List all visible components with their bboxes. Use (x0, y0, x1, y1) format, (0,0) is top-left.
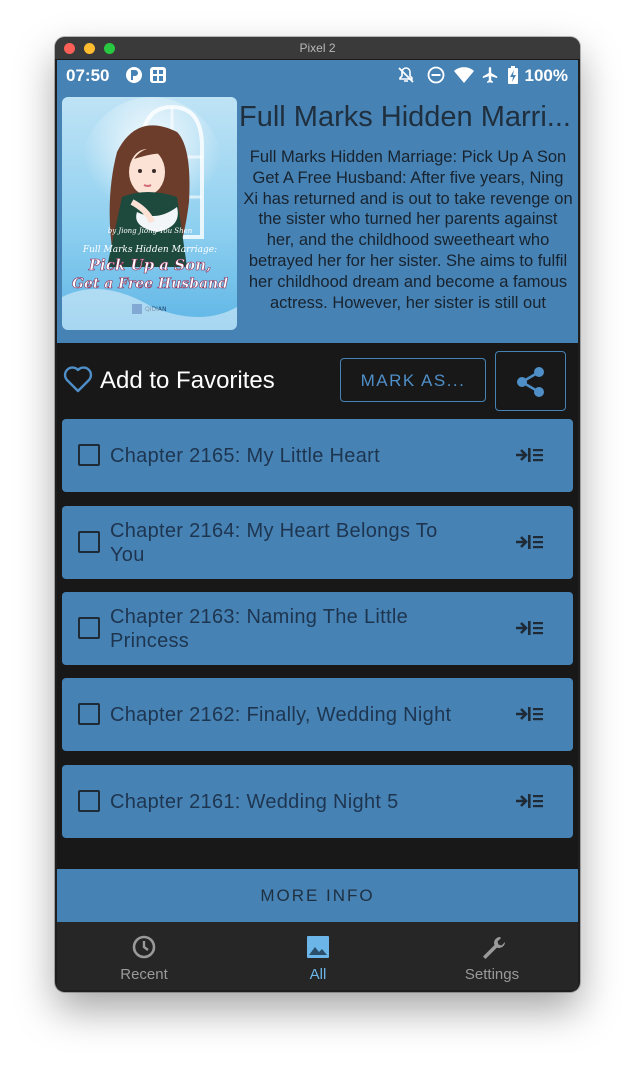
battery-charging-icon (508, 66, 518, 84)
chapter-checkbox[interactable] (78, 703, 100, 725)
book-title: Full Marks Hidden Marri... (239, 101, 571, 133)
chapter-title: Chapter 2165: My Little Heart (110, 445, 380, 467)
add-to-queue-icon[interactable] (516, 532, 544, 552)
chapter-checkbox[interactable] (78, 531, 100, 553)
chapter-row[interactable]: Chapter 2161: Wedding Night 5 (62, 765, 573, 838)
status-bar: 07:50 100% (57, 60, 578, 91)
app-grid-icon (150, 67, 166, 83)
cover-illustration: by Jiong Jiong You Shen Full Marks Hidde… (62, 97, 237, 330)
airplane-icon (482, 67, 498, 83)
mark-as-button[interactable]: MARK AS... (340, 358, 486, 402)
cover-author: by Jiong Jiong You Shen (108, 227, 193, 235)
share-icon (517, 367, 544, 397)
nav-recent-label: Recent (120, 966, 168, 983)
book-header: by Jiong Jiong You Shen Full Marks Hidde… (57, 91, 578, 343)
add-to-queue-icon[interactable] (516, 618, 544, 638)
notifications-off-icon (398, 67, 414, 83)
device-screen: 07:50 100% by Jiong Jiong You Shen Full … (57, 60, 578, 990)
chapter-row[interactable]: Chapter 2165: My Little Heart (62, 419, 573, 492)
book-description: Full Marks Hidden Marriage: Pick Up A So… (243, 148, 573, 312)
more-info-button[interactable]: MORE INFO (57, 869, 578, 922)
chapter-row[interactable]: Chapter 2163: Naming The Little Princess (62, 592, 573, 665)
chapter-checkbox[interactable] (78, 790, 100, 812)
nav-recent[interactable]: Recent (57, 922, 231, 990)
book-cover[interactable]: by Jiong Jiong You Shen Full Marks Hidde… (62, 97, 237, 330)
add-to-queue-icon[interactable] (516, 445, 544, 465)
chapter-row[interactable]: Chapter 2164: My Heart Belongs To You (62, 506, 573, 579)
chapter-title: Chapter 2164: My Heart Belongs To You (110, 520, 438, 566)
image-icon (307, 936, 329, 958)
chapter-title: Chapter 2161: Wedding Night 5 (110, 791, 399, 813)
wrench-icon (483, 937, 505, 959)
nav-settings-label: Settings (464, 966, 520, 983)
app-notification-icon (126, 67, 142, 83)
nav-settings[interactable]: Settings (405, 922, 578, 990)
window-title: Pixel 2 (299, 41, 336, 55)
add-to-favorites-button[interactable]: Add to Favorites (100, 367, 275, 395)
bottom-navigation: Recent All Settings (57, 922, 578, 990)
status-time: 07:50 (66, 66, 110, 85)
chapter-title: Chapter 2162: Finally, Wedding Night (110, 704, 452, 726)
action-row: Add to Favorites MARK AS... (57, 343, 578, 415)
chapter-checkbox[interactable] (78, 617, 100, 639)
nav-all[interactable]: All (231, 922, 405, 990)
add-to-queue-icon[interactable] (516, 704, 544, 724)
chapter-checkbox[interactable] (78, 444, 100, 466)
emulator-window: Pixel 2 07:50 100% by Jiong Jiong You Sh… (55, 37, 580, 992)
cover-title-small: Full Marks Hidden Marriage: (82, 245, 217, 255)
clock-icon (132, 935, 156, 959)
window-titlebar: Pixel 2 (55, 37, 580, 60)
wifi-icon (454, 67, 474, 83)
chapter-title: Chapter 2163: Naming The Little Princess (110, 606, 408, 652)
share-button[interactable] (495, 351, 566, 411)
do-not-disturb-icon (427, 66, 445, 84)
chapter-row[interactable]: Chapter 2162: Finally, Wedding Night (62, 678, 573, 751)
add-to-queue-icon[interactable] (516, 791, 544, 811)
heart-outline-icon[interactable] (63, 365, 93, 393)
battery-percent: 100% (524, 66, 568, 85)
nav-all-label: All (309, 966, 327, 983)
cover-title-line1: Pick Up a Son, (88, 256, 211, 274)
